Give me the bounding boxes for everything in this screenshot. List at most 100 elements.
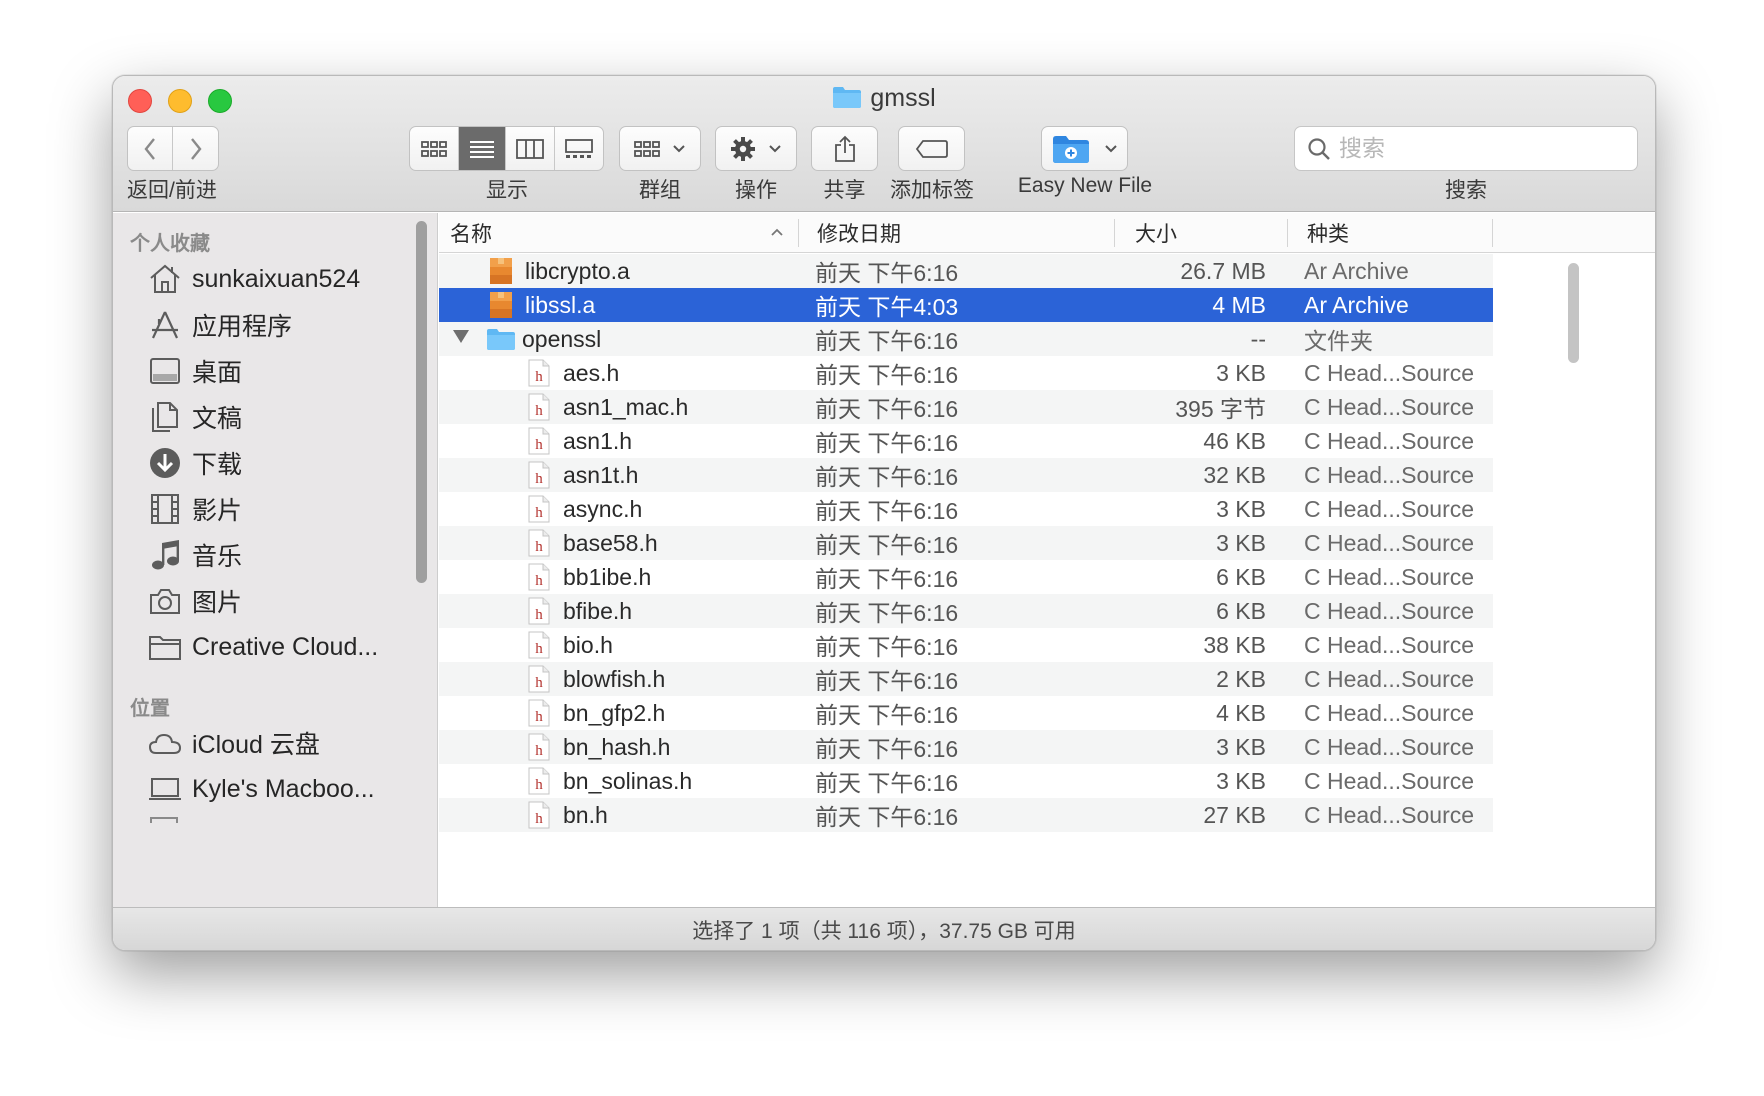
file-row[interactable]: h base58.h 前天 下午6:16 3 KB C Head...Source	[439, 526, 1493, 560]
file-kind: C Head...Source	[1304, 699, 1475, 726]
disclosure-triangle-icon[interactable]	[453, 330, 469, 343]
file-name-cell: h asn1.h	[527, 424, 632, 458]
status-bar: 选择了 1 项（共 116 项），37.75 GB 可用	[113, 907, 1655, 950]
music-note-icon	[148, 538, 182, 572]
gallery-icon	[564, 138, 593, 158]
file-name-cell: h bio.h	[527, 628, 613, 662]
forward-button[interactable]	[173, 127, 218, 170]
sidebar-item-home[interactable]: sunkaixuan524	[148, 257, 398, 301]
column-name[interactable]: 名称	[450, 213, 790, 253]
file-row[interactable]: h bn_hash.h 前天 下午6:16 3 KB C Head...Source	[439, 730, 1493, 764]
action-button[interactable]	[715, 126, 797, 171]
file-size: 3 KB	[1216, 767, 1266, 794]
chevron-down-icon	[673, 144, 685, 152]
file-date: 前天 下午6:16	[815, 804, 959, 830]
file-row[interactable]: h asn1t.h 前天 下午6:16 32 KB C Head...Source	[439, 458, 1493, 492]
file-name-cell: h bb1ibe.h	[527, 560, 651, 594]
file-name-cell: h async.h	[527, 492, 642, 526]
back-button[interactable]	[128, 127, 174, 170]
nav-label: 返回/前进	[127, 179, 217, 202]
file-size: 3 KB	[1216, 359, 1266, 386]
svg-text:h: h	[535, 709, 543, 725]
search-input[interactable]	[1339, 135, 1619, 162]
window-title: gmssl	[870, 84, 936, 112]
header-file-icon: h	[527, 461, 551, 489]
header-file-icon: h	[527, 393, 551, 421]
sidebar-scrollbar[interactable]	[416, 221, 427, 583]
column-kind[interactable]: 种类	[1307, 213, 1349, 253]
file-name: asn1_mac.h	[563, 393, 689, 420]
file-row[interactable]: h aes.h 前天 下午6:16 3 KB C Head...Source	[439, 356, 1493, 390]
sidebar: 个人收藏 sunkaixuan524 应用程序 桌面 文稿 下载 影片 音乐 图…	[113, 213, 438, 907]
file-size: 4 KB	[1216, 699, 1266, 726]
sidebar-item-macbook[interactable]: Kyle's Macboo...	[148, 767, 408, 811]
group-button[interactable]	[619, 126, 701, 171]
file-name-cell: libssl.a	[489, 288, 595, 322]
sidebar-item-applications[interactable]: 应用程序	[148, 303, 398, 347]
sidebar-item-desktop[interactable]: 桌面	[148, 349, 398, 393]
file-row[interactable]: h bn.h 前天 下午6:16 27 KB C Head...Source	[439, 798, 1493, 832]
list-view-button[interactable]	[458, 127, 507, 170]
easy-new-file-button[interactable]	[1041, 126, 1128, 171]
svg-text:h: h	[535, 539, 543, 555]
sidebar-item-downloads[interactable]: 下载	[148, 441, 398, 485]
sidebar-item-movies[interactable]: 影片	[148, 487, 398, 531]
easy-new-file-label: Easy New File	[1017, 174, 1153, 197]
file-kind: C Head...Source	[1304, 597, 1475, 624]
column-date[interactable]: 修改日期	[817, 213, 901, 253]
file-row[interactable]: h asn1.h 前天 下午6:16 46 KB C Head...Source	[439, 424, 1493, 458]
file-list-scrollbar[interactable]	[1568, 263, 1579, 363]
column-separator[interactable]	[1287, 219, 1288, 247]
sidebar-item-icloud[interactable]: iCloud 云盘	[148, 721, 398, 765]
file-row[interactable]: h blowfish.h 前天 下午6:16 2 KB C Head...Source	[439, 662, 1493, 696]
file-date: 前天 下午6:16	[815, 362, 959, 388]
sidebar-item-music[interactable]: 音乐	[148, 533, 398, 577]
sidebar-item-creative-cloud[interactable]: Creative Cloud...	[148, 625, 408, 669]
column-separator[interactable]	[1114, 219, 1115, 247]
file-name: aes.h	[563, 359, 620, 386]
column-separator[interactable]	[1492, 219, 1493, 247]
group-grid-icon	[634, 140, 660, 157]
file-row[interactable]: libcrypto.a 前天 下午6:16 26.7 MB Ar Archive	[439, 254, 1493, 288]
file-date: 前天 下午6:16	[815, 600, 959, 626]
list-icon	[469, 140, 494, 158]
icon-view-button[interactable]	[410, 127, 459, 170]
file-kind: C Head...Source	[1304, 529, 1475, 556]
file-name-cell: h bn_solinas.h	[527, 764, 692, 798]
file-row[interactable]: h bio.h 前天 下午6:16 38 KB C Head...Source	[439, 628, 1493, 662]
sidebar-item-pictures[interactable]: 图片	[148, 579, 398, 623]
file-row[interactable]: openssl 前天 下午6:16 -- 文件夹	[439, 322, 1493, 356]
file-size: 395 字节	[1175, 396, 1266, 422]
file-row[interactable]: h bb1ibe.h 前天 下午6:16 6 KB C Head...Source	[439, 560, 1493, 594]
column-separator[interactable]	[798, 219, 799, 247]
file-name-cell: h bn.h	[527, 798, 608, 832]
svg-text:h: h	[535, 811, 543, 827]
header-file-icon: h	[527, 563, 551, 591]
file-row[interactable]: h async.h 前天 下午6:16 3 KB C Head...Source	[439, 492, 1493, 526]
chevron-down-icon	[769, 144, 781, 152]
camera-icon	[148, 584, 182, 618]
share-button[interactable]	[811, 126, 878, 171]
column-size[interactable]: 大小	[1135, 213, 1177, 253]
file-row[interactable]: h bn_gfp2.h 前天 下午6:16 4 KB C Head...Source	[439, 696, 1493, 730]
add-tag-button[interactable]	[898, 126, 965, 171]
file-date: 前天 下午6:16	[815, 566, 959, 592]
gallery-view-button[interactable]	[555, 127, 603, 170]
header-file-icon: h	[527, 733, 551, 761]
download-icon	[148, 446, 182, 480]
file-name-cell: openssl	[486, 322, 601, 356]
file-name-cell: h blowfish.h	[527, 662, 665, 696]
file-row[interactable]: libssl.a 前天 下午4:03 4 MB Ar Archive	[439, 288, 1493, 322]
film-icon	[148, 492, 182, 526]
file-size: 3 KB	[1216, 495, 1266, 522]
partially-hidden-item	[150, 817, 178, 823]
tags-label: 添加标签	[890, 179, 974, 202]
file-row[interactable]: h bn_solinas.h 前天 下午6:16 3 KB C Head...Sourc…	[439, 764, 1493, 798]
column-view-button[interactable]	[506, 127, 555, 170]
file-row[interactable]: h bfibe.h 前天 下午6:16 6 KB C Head...Source	[439, 594, 1493, 628]
file-list: 名称 修改日期 大小 种类 libcrypto.a 前天 下午6:16 26.7 M…	[439, 213, 1655, 907]
file-name: asn1t.h	[563, 461, 639, 488]
file-date: 前天 下午6:16	[815, 702, 959, 728]
sidebar-item-documents[interactable]: 文稿	[148, 395, 398, 439]
file-row[interactable]: h asn1_mac.h 前天 下午6:16 395 字节 C Head...Sourc…	[439, 390, 1493, 424]
